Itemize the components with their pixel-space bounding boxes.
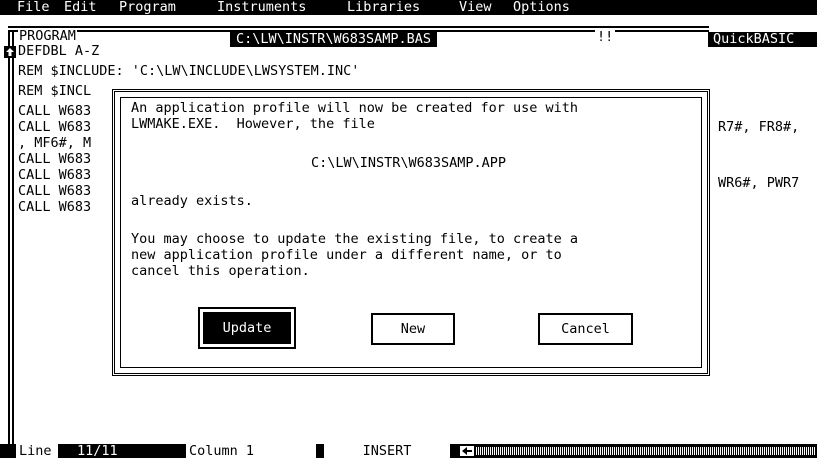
scroll-up-arrow-icon[interactable] (4, 46, 16, 58)
code-line: CALL W683 (18, 119, 92, 135)
menu-libraries[interactable]: Libraries (347, 0, 420, 14)
menu-options[interactable]: Options (513, 0, 570, 14)
code-line: CALL W683 (18, 151, 92, 167)
code-line: REM $INCL (18, 83, 92, 99)
cancel-button[interactable]: Cancel (538, 313, 633, 345)
window-marker: !! (595, 29, 616, 45)
menu-bar: File Edit Program Instruments Libraries … (0, 0, 817, 15)
section-label: PROGRAM (18, 28, 77, 44)
file-path-title: C:\LW\INSTR\W683SAMP.BAS (230, 32, 438, 47)
dialog-message-line: An application profile will now be creat… (131, 100, 579, 116)
status-mode: INSERT (324, 444, 450, 458)
dialog-message-line: You may choose to update the existing fi… (131, 231, 579, 247)
dialog-message-line: LWMAKE.EXE. However, the file (131, 116, 375, 132)
menu-file[interactable]: File (17, 0, 50, 14)
update-button[interactable]: Update (198, 307, 296, 349)
code-line: CALL W683 (18, 167, 92, 183)
code-line-fragment: R7#, FR8#, (718, 119, 800, 135)
code-line: REM $INCLUDE: 'C:\LW\INCLUDE\LWSYSTEM.IN… (18, 63, 360, 79)
new-button[interactable]: New (371, 313, 455, 345)
dialog-message-line: already exists. (131, 193, 253, 209)
code-line-fragment: WR6#, PWR7 (718, 175, 800, 191)
menu-program[interactable]: Program (119, 0, 176, 14)
editor-left-border (8, 32, 14, 448)
scroll-left-arrow-icon[interactable] (460, 446, 474, 456)
menu-view[interactable]: View (459, 0, 492, 14)
dialog-message-line: new application profile under a differen… (131, 247, 562, 263)
code-line: CALL W683 (18, 183, 92, 199)
code-line: CALL W683 (18, 199, 92, 215)
code-line: CALL W683 (18, 103, 92, 119)
code-line: , MF6#, M (18, 135, 92, 151)
profile-exists-dialog: An application profile will now be creat… (112, 89, 710, 376)
menu-instruments[interactable]: Instruments (217, 0, 306, 14)
code-line: DEFDBL A-Z (18, 43, 100, 59)
menu-edit[interactable]: Edit (64, 0, 97, 14)
dialog-message-line: cancel this operation. (131, 263, 310, 279)
app-name: QuickBASIC (708, 32, 817, 47)
status-column: Column 1 (186, 444, 316, 458)
status-line-label: Line (16, 444, 58, 458)
horizontal-scrollbar[interactable] (476, 447, 815, 455)
status-line-value: 11/11 (74, 444, 144, 458)
dialog-file-path: C:\LW\INSTR\W683SAMP.APP (311, 155, 507, 171)
status-bar: Line 11/11 Column 1 INSERT (0, 444, 817, 458)
window-title-bar: PROGRAM C:\LW\INSTR\W683SAMP.BAS !! Quic… (0, 16, 817, 47)
